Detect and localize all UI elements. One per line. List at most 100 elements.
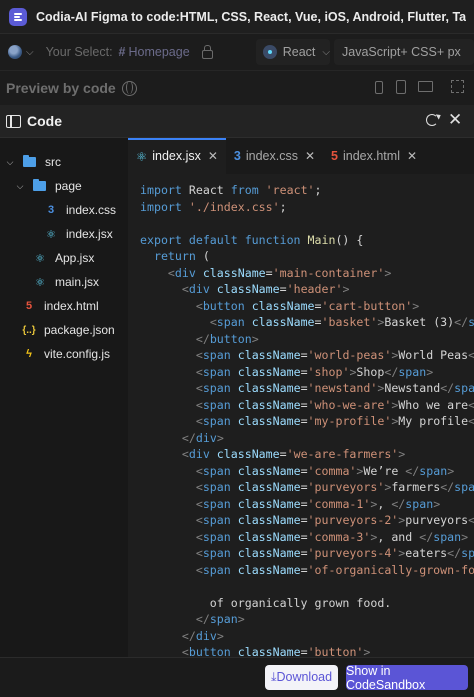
tree-file-vite-config[interactable]: ϟ vite.config.js bbox=[22, 342, 110, 366]
code-token: = bbox=[300, 529, 308, 544]
code-panel: Code ✕ ⌵ src ⌵ page 3 index.css ⚛ index.… bbox=[0, 105, 474, 696]
code-token: ; bbox=[279, 199, 287, 214]
codia-logo-icon bbox=[9, 7, 27, 26]
code-token: className bbox=[237, 381, 301, 395]
code-token: = bbox=[300, 381, 308, 395]
code-token: 'my-profile' bbox=[307, 414, 392, 428]
code-line: </span> bbox=[140, 611, 245, 628]
code-line: <span className='comma-3'>, and </span> bbox=[140, 529, 468, 546]
preview-title: Preview by code bbox=[6, 80, 116, 96]
account-selector[interactable]: ⌵ bbox=[0, 45, 34, 59]
code-token: className bbox=[237, 348, 301, 362]
code-token: className bbox=[251, 298, 315, 313]
code-line: <span className='basket'>Basket (3)</spa… bbox=[140, 314, 474, 331]
desktop-device-icon[interactable] bbox=[418, 81, 433, 92]
code-token: , bbox=[377, 496, 392, 511]
code-token: 'comma-1' bbox=[307, 496, 371, 511]
code-line: <span className='who-we-are'>Who we are<… bbox=[140, 397, 474, 414]
code-token: = bbox=[300, 513, 308, 527]
language-select[interactable]: JavaScript+ CSS+ px bbox=[334, 39, 474, 65]
code-token: = bbox=[300, 364, 308, 379]
code-line: import React from 'react'; bbox=[140, 182, 322, 199]
framework-select[interactable]: React ⌵ bbox=[256, 39, 330, 65]
code-token: span bbox=[202, 496, 238, 511]
code-token: className bbox=[202, 265, 266, 280]
tree-item-label: App.jsx bbox=[55, 251, 95, 265]
code-token: span bbox=[202, 463, 238, 478]
code-token: purveyors bbox=[405, 513, 469, 527]
close-icon[interactable]: ✕ bbox=[407, 149, 417, 163]
tab-index-html[interactable]: 5 index.html ✕ bbox=[323, 138, 425, 174]
download-button[interactable]: ⤓Download bbox=[265, 665, 338, 690]
code-token: = bbox=[265, 265, 273, 280]
close-icon[interactable]: ✕ bbox=[208, 149, 218, 163]
code-token: 'we-are-farmers' bbox=[286, 447, 399, 461]
code-editor[interactable]: import React from 'react'; import './inde… bbox=[128, 174, 474, 696]
tree-item-label: main.jsx bbox=[55, 275, 100, 289]
editor-tabs: ⚛ index.jsx ✕ 3 index.css ✕ 5 index.html… bbox=[128, 138, 474, 174]
code-token: span bbox=[202, 381, 238, 395]
code-token: className bbox=[237, 496, 301, 511]
tree-item-label: index.css bbox=[66, 203, 117, 217]
code-token: className bbox=[237, 513, 301, 527]
tree-file-index-html[interactable]: 5 index.html bbox=[22, 294, 99, 318]
code-token: </ bbox=[454, 315, 469, 329]
lock-icon[interactable] bbox=[201, 44, 213, 59]
code-token: </ bbox=[440, 480, 455, 494]
code-token: span bbox=[216, 315, 252, 329]
tab-index-css[interactable]: 3 index.css ✕ bbox=[226, 138, 323, 174]
code-token: div bbox=[195, 430, 217, 445]
tree-file-main-jsx[interactable]: ⚛ main.jsx bbox=[33, 270, 99, 294]
code-line: <span className='purveyors-4'>eaters</sp… bbox=[140, 545, 474, 562]
globe-icon[interactable] bbox=[121, 80, 137, 96]
your-select-label: Your Select: bbox=[45, 45, 113, 59]
mobile-device-icon[interactable] bbox=[375, 81, 383, 94]
code-token: span bbox=[461, 546, 474, 560]
code-token: of organically grown food. bbox=[140, 595, 392, 610]
tree-file-package-json[interactable]: {..} package.json bbox=[22, 318, 114, 342]
code-token: button bbox=[202, 298, 252, 313]
code-token: > bbox=[426, 364, 434, 379]
fullscreen-icon[interactable] bbox=[451, 80, 464, 93]
code-token: Who we are bbox=[398, 397, 469, 412]
selected-page-link[interactable]: Homepage bbox=[129, 45, 190, 59]
tree-file-index-jsx[interactable]: ⚛ index.jsx bbox=[44, 222, 113, 246]
tree-folder-src[interactable]: ⌵ src bbox=[4, 150, 61, 174]
code-token: , and bbox=[377, 529, 420, 544]
code-token: </ bbox=[181, 430, 196, 445]
react-file-icon: ⚛ bbox=[46, 228, 56, 241]
code-token: 'shop' bbox=[307, 364, 350, 379]
json-file-icon: {..} bbox=[22, 324, 36, 336]
close-icon[interactable]: ✕ bbox=[448, 111, 462, 129]
code-token: return bbox=[153, 249, 196, 263]
code-token: </ bbox=[468, 397, 474, 412]
code-line: <div className='header'> bbox=[140, 281, 350, 298]
code-token: < bbox=[195, 529, 203, 544]
tab-label: index.css bbox=[245, 149, 298, 163]
code-token: < bbox=[195, 480, 203, 494]
close-icon[interactable]: ✕ bbox=[305, 149, 315, 163]
code-token: className bbox=[237, 397, 301, 412]
chevron-down-icon: ⌵ bbox=[26, 46, 34, 58]
refresh-icon[interactable] bbox=[426, 114, 438, 126]
toolbar: ⌵ Your Select: # Homepage React ⌵ JavaSc… bbox=[0, 34, 474, 71]
sidebar-toggle-icon[interactable] bbox=[6, 114, 21, 128]
code-token: div bbox=[188, 447, 217, 461]
code-token: span bbox=[209, 612, 238, 626]
tablet-device-icon[interactable] bbox=[396, 80, 406, 94]
code-token: Main bbox=[307, 232, 336, 247]
show-in-codesandbox-button[interactable]: Show in CodeSandbox bbox=[346, 664, 468, 692]
code-token: 'world-peas' bbox=[307, 348, 392, 362]
tree-folder-page[interactable]: ⌵ page bbox=[14, 174, 82, 198]
tree-file-app-jsx[interactable]: ⚛ App.jsx bbox=[33, 246, 94, 270]
code-token: farmers bbox=[391, 480, 441, 494]
tab-index-jsx[interactable]: ⚛ index.jsx ✕ bbox=[128, 138, 226, 174]
tree-file-index-css[interactable]: 3 index.css bbox=[44, 198, 116, 222]
